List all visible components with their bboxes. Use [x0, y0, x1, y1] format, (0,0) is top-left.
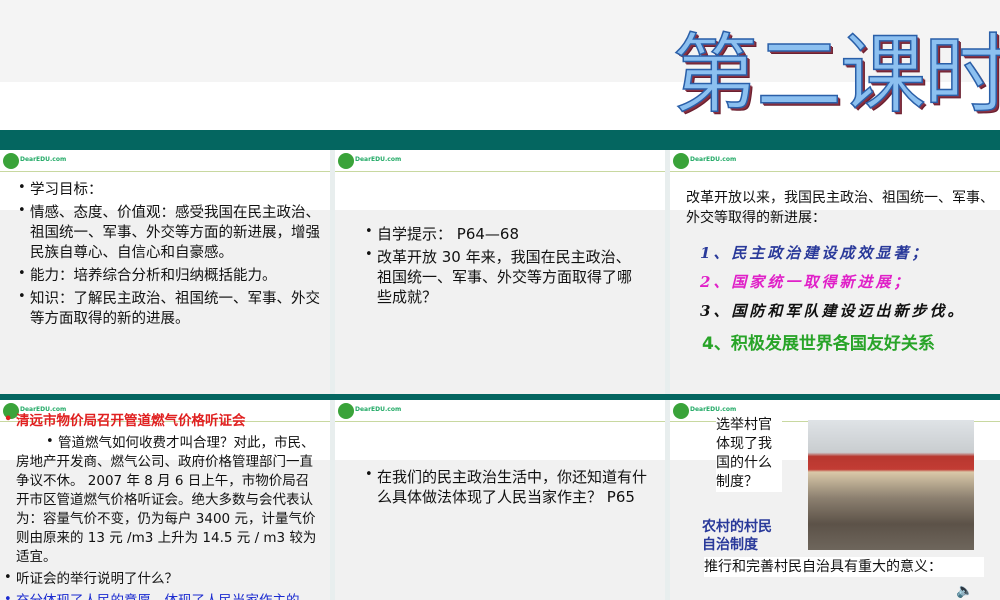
question: 选举村官体现了我国的什么制度？: [716, 416, 782, 492]
slide-thumb-5[interactable]: DearEDU.com 在我们的民主政治生活中，你还知道有什么具体做法体现了人民…: [335, 400, 665, 600]
logo-text: DearEDU.com: [355, 406, 402, 413]
list-item: 改革开放 30 年来，我国在民主政治、祖国统一、军事、外交等方面取得了哪些成就？: [363, 245, 645, 307]
slide-thumb-1[interactable]: DearEDU.com 学习目标： 情感、态度、价值观：感受我国在民主政治、祖国…: [0, 150, 330, 394]
logo-icon: [3, 153, 19, 169]
list-item: 自学提示： P64—68: [363, 222, 645, 244]
speaker-icon[interactable]: 🔈: [956, 583, 973, 599]
slide-header: DearEDU.com: [335, 400, 665, 422]
meeting-photo: [808, 420, 974, 550]
logo-text: DearEDU.com: [690, 406, 737, 413]
slide-header: DearEDU.com: [670, 150, 1000, 172]
list-item: 知识：了解民主政治、祖国统一、军事、外交等方面取得的新的进展。: [16, 287, 320, 329]
divider-band: [0, 130, 1000, 150]
slide-thumb-6[interactable]: DearEDU.com 选举村官体现了我国的什么制度？ 农村的村民自治制度 推行…: [670, 400, 1000, 600]
intro-text: 改革开放以来，我国民主政治、祖国统一、军事、外交等取得的新进展：: [686, 190, 994, 226]
slide-header: DearEDU.com: [335, 150, 665, 172]
point-3: 3、国防和军队建设迈出新步伐。: [700, 302, 966, 320]
slide-thumb-3[interactable]: DearEDU.com 改革开放以来，我国民主政治、祖国统一、军事、外交等取得的…: [670, 150, 1000, 394]
logo-text: DearEDU.com: [355, 156, 402, 163]
slide-thumb-4[interactable]: DearEDU.com 清远市物价局召开管道燃气价格听证会 管道燃气如何收费才叫…: [0, 400, 330, 600]
paragraph: 管道燃气如何收费才叫合理？对此，市民、房地产开发商、燃气公司、政府价格管理部门一…: [2, 432, 322, 567]
list-item: 情感、态度、价值观：感受我国在民主政治、祖国统一、军事、外交等方面的新进展，增强…: [16, 201, 320, 263]
point-1: 1、民主政治建设成效显著；: [700, 244, 930, 262]
list-item: 能力：培养综合分析和归纳概括能力。: [16, 264, 320, 286]
logo-icon: [673, 403, 689, 419]
list-item: 学习目标：: [16, 178, 320, 200]
footer-text: 推行和完善村民自治具有重大的意义：: [704, 557, 984, 577]
logo-text: DearEDU.com: [20, 156, 67, 163]
point-2: 2、国家统一取得新进展；: [700, 273, 912, 291]
slide-header: DearEDU.com: [0, 150, 330, 172]
logo-icon: [338, 153, 354, 169]
logo-icon: [338, 403, 354, 419]
slide-thumb-2[interactable]: DearEDU.com 自学提示： P64—68 改革开放 30 年来，我国在民…: [335, 150, 665, 394]
point-4: 4、积极发展世界各国友好关系: [702, 334, 935, 354]
question: 听证会的举行说明了什么？: [2, 568, 322, 589]
headline: 清远市物价局召开管道燃气价格听证会: [2, 410, 322, 431]
answer: 农村的村民自治制度: [702, 519, 772, 553]
logo-text: DearEDU.com: [690, 156, 737, 163]
list-item: 在我们的民主政治生活中，你还知道有什么具体做法体现了人民当家作主？ P65: [363, 465, 647, 507]
logo-icon: [673, 153, 689, 169]
page-title: 第二课时: [671, 24, 1000, 126]
answer: 充分体现了人民的意愿，体现了人民当家作主的: [2, 590, 322, 600]
